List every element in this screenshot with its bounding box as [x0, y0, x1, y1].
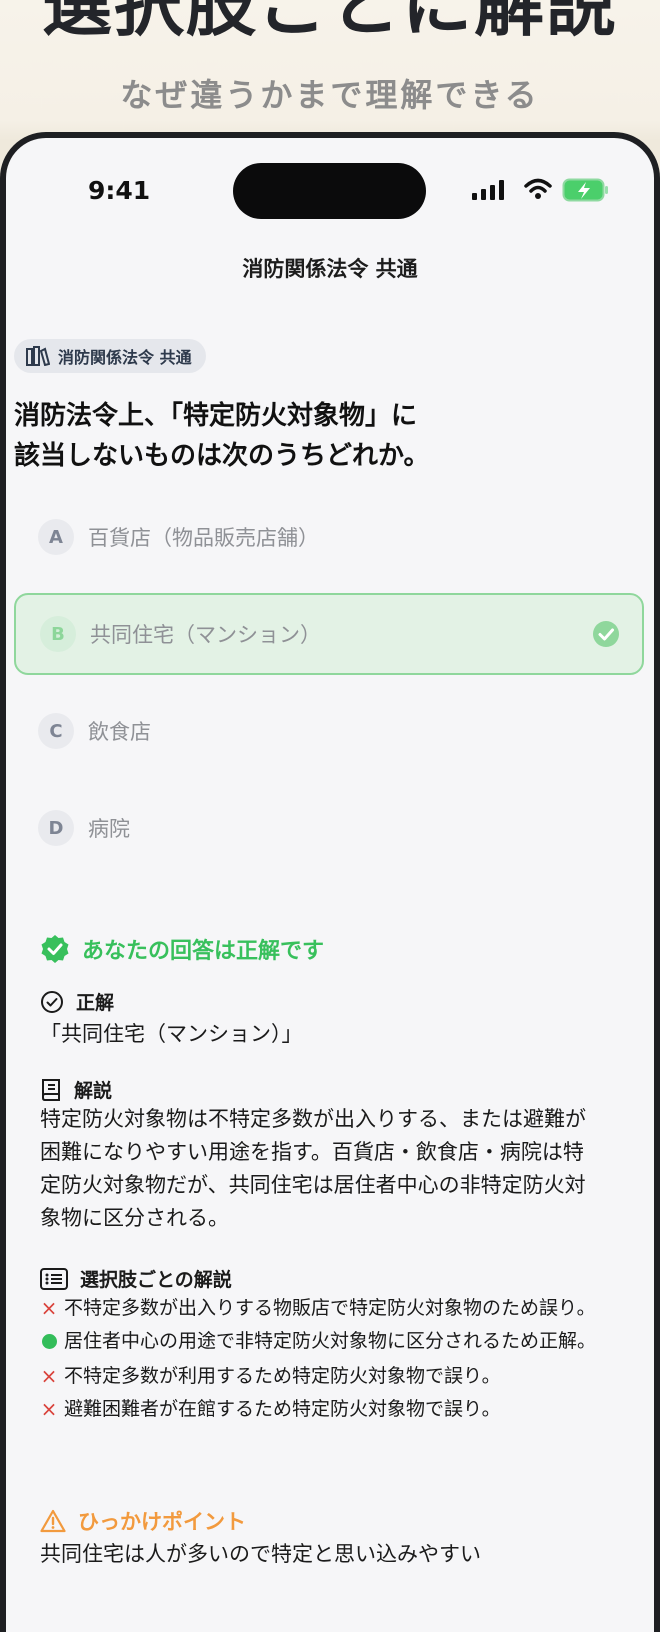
- result-text: あなたの回答は正解です: [82, 939, 325, 964]
- per-choice-heading-label: 選択肢ごとの解説: [80, 1269, 232, 1291]
- option-letter: C: [38, 713, 74, 749]
- status-time: 9:41: [88, 176, 151, 205]
- per-choice-list: × 不特定多数が出入りする物販店で特定防火対象物のため誤り。 居住者中心の用途で…: [36, 1293, 616, 1427]
- nav-title: 消防関係法令 共通: [242, 257, 418, 281]
- explanation-heading: 解説: [40, 1076, 112, 1103]
- phone-frame: 9:41 消防関係法令 共通 消防関係法令 共通 消防法令上、「特定防火対象物」…: [0, 132, 660, 1632]
- option-a[interactable]: A 百貨店（物品販売店舗）: [14, 496, 644, 578]
- option-letter: B: [40, 616, 76, 652]
- check-circle-outline-icon: [41, 990, 63, 1013]
- option-d[interactable]: D 病院: [14, 787, 644, 869]
- trap-heading-label: ひっかけポイント: [78, 1510, 246, 1534]
- signal-icon: [472, 180, 504, 200]
- choice-explanation-a: × 不特定多数が出入りする物販店で特定防火対象物のため誤り。: [36, 1293, 616, 1323]
- choice-explanation-c: × 不特定多数が利用するため特定防火対象物で誤り。: [36, 1361, 616, 1391]
- option-b[interactable]: B 共同住宅（マンション）: [14, 593, 644, 675]
- explanation-heading-label: 解説: [74, 1080, 113, 1102]
- choice-explanation-d: × 避難困難者が在館するため特定防火対象物で誤り。: [36, 1394, 616, 1424]
- explanation-body: 特定防火対象物は不特定多数が出入りする、または避難が困難になりやすい用途を指す。…: [40, 1107, 586, 1230]
- phone-screen: 9:41 消防関係法令 共通 消防関係法令 共通 消防法令上、「特定防火対象物」…: [6, 138, 654, 1632]
- book-shelf-icon: [26, 346, 50, 366]
- check-badge-icon: [41, 935, 69, 963]
- choice-explanation-text: 避難困難者が在館するため特定防火対象物で誤り。: [64, 1398, 501, 1420]
- option-text: 病院: [88, 817, 130, 841]
- status-icons: [472, 178, 612, 202]
- answer-heading-label: 正解: [76, 992, 115, 1014]
- option-letter: A: [38, 519, 74, 555]
- choice-explanation-b: 居住者中心の用途で非特定防火対象物に区分されるため正解。: [36, 1326, 616, 1358]
- question-line-2: 該当しないものは次のうちどれか。: [14, 441, 430, 471]
- correct-dot-icon: [41, 1334, 57, 1349]
- hero-subtitle: なぜ違うかまで理解できる: [120, 76, 540, 114]
- choice-explanation-text: 不特定多数が出入りする物販店で特定防火対象物のため誤り。: [64, 1297, 596, 1319]
- hero-title: 選択肢ごとに解説: [42, 0, 618, 46]
- choice-explanation-text: 不特定多数が利用するため特定防火対象物で誤り。: [64, 1365, 501, 1387]
- question-text: 消防法令上、「特定防火対象物」に 該当しないものは次のうちどれか。: [14, 396, 634, 476]
- book-icon: [42, 1078, 60, 1101]
- option-text: 百貨店（物品販売店舗）: [88, 526, 319, 550]
- cross-icon: ×: [40, 1397, 58, 1421]
- answer-value: 「共同住宅（マンション）」: [40, 1022, 303, 1046]
- choice-explanation-text: 居住者中心の用途で非特定防火対象物に区分されるため正解。: [64, 1330, 597, 1352]
- option-letter: D: [38, 810, 74, 846]
- question-line-1: 消防法令上、「特定防火対象物」に: [14, 401, 418, 431]
- cross-icon: ×: [40, 1364, 58, 1388]
- list-icon: [40, 1267, 68, 1290]
- dynamic-island: [233, 163, 426, 219]
- result-banner: あなたの回答は正解です: [40, 933, 324, 965]
- category-tag-label: 消防関係法令 共通: [58, 348, 192, 367]
- cross-icon: ×: [40, 1296, 58, 1320]
- option-c[interactable]: C 飲食店: [14, 690, 644, 772]
- category-tag: 消防関係法令 共通: [14, 339, 206, 373]
- wifi-icon: [524, 178, 552, 199]
- option-text: 共同住宅（マンション）: [90, 623, 321, 647]
- warning-icon: [40, 1509, 66, 1533]
- trap-body: 共同住宅は人が多いので特定と思い込みやすい: [40, 1542, 481, 1566]
- battery-charging-icon: [562, 178, 608, 202]
- per-choice-heading: 選択肢ごとの解説: [40, 1265, 232, 1292]
- option-text: 飲食店: [88, 720, 151, 744]
- trap-heading: ひっかけポイント: [40, 1506, 246, 1536]
- answer-heading: 正解: [40, 988, 114, 1015]
- check-circle-icon: [593, 621, 619, 647]
